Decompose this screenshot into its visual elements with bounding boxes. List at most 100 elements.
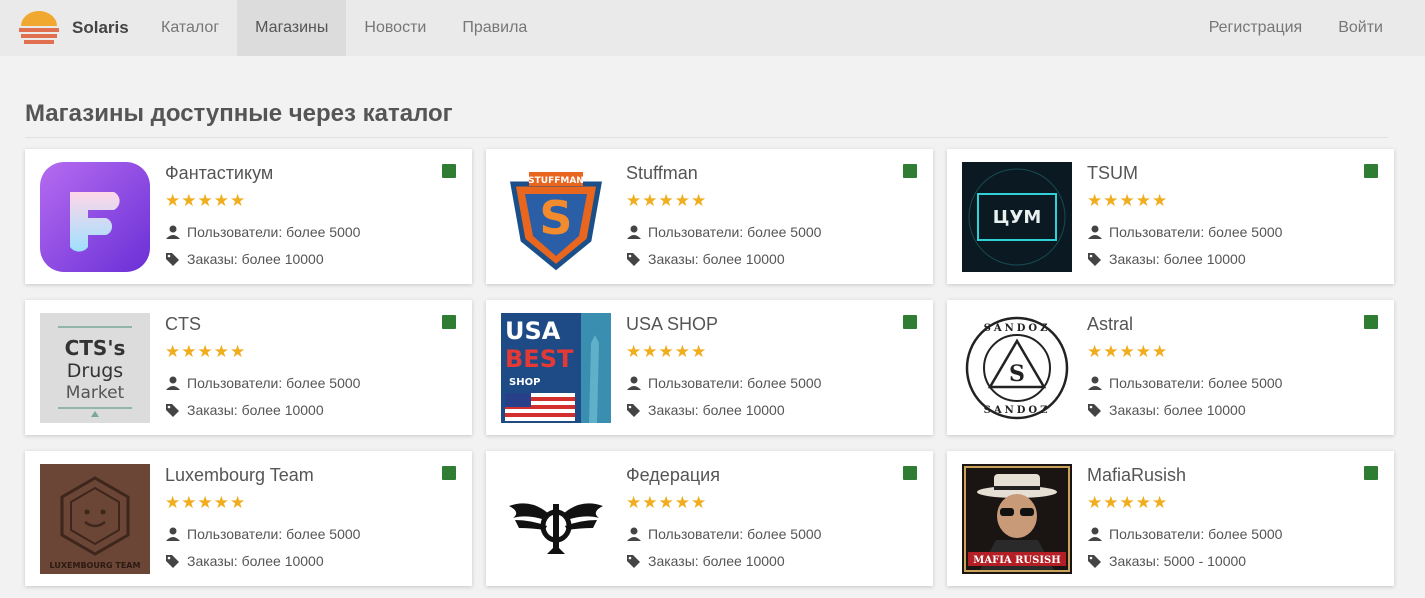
svg-text:SHOP: SHOP	[509, 377, 540, 388]
users-count: Пользователи: более 5000	[626, 526, 821, 542]
orders-text: Заказы: более 10000	[648, 553, 785, 569]
register-link[interactable]: Регистрация	[1191, 0, 1321, 56]
shop-logo: MAFIA RUSISH	[962, 464, 1072, 574]
orders-text: Заказы: 5000 - 10000	[1109, 553, 1247, 569]
astral-sandoz-logo-icon: S SANDOZ SANDOZ	[962, 313, 1072, 423]
stuffman-logo-icon: S STUFFMAN	[501, 162, 611, 272]
brand-link[interactable]: Solaris	[0, 0, 143, 56]
nav-item-shops[interactable]: Магазины	[237, 0, 347, 56]
shop-card[interactable]: S SANDOZ SANDOZ Astral ★★★★★ Пользовател…	[947, 300, 1394, 435]
svg-text:SANDOZ: SANDOZ	[984, 405, 1051, 416]
online-status-badge	[442, 315, 456, 329]
orders-text: Заказы: более 10000	[187, 251, 324, 267]
tsum-logo-icon: ЦУМ	[962, 162, 1072, 272]
user-icon	[1088, 376, 1102, 390]
login-link[interactable]: Войти	[1320, 0, 1401, 56]
svg-text:CTS's: CTS's	[65, 336, 126, 360]
divider	[25, 137, 1388, 138]
users-count: Пользователи: более 5000	[165, 224, 360, 240]
users-count: Пользователи: более 5000	[165, 526, 360, 542]
users-count: Пользователи: более 5000	[626, 375, 821, 391]
shop-name[interactable]: Stuffman	[626, 163, 698, 184]
orders-count: Заказы: более 10000	[626, 251, 785, 267]
shop-name[interactable]: Luxembourg Team	[165, 465, 314, 486]
shop-logo	[40, 162, 150, 272]
user-icon	[627, 225, 641, 239]
user-icon	[166, 225, 180, 239]
online-status-badge	[1364, 164, 1378, 178]
svg-text:LUXEMBOURG TEAM: LUXEMBOURG TEAM	[50, 561, 141, 570]
orders-text: Заказы: более 10000	[648, 402, 785, 418]
users-text: Пользователи: более 5000	[187, 224, 361, 240]
nav-item-catalog[interactable]: Каталог	[143, 0, 237, 56]
rating-stars: ★★★★★	[1087, 191, 1169, 210]
users-text: Пользователи: более 5000	[187, 526, 361, 542]
shop-card[interactable]: USA BEST SHOP USA SHOP ★★★★★ Пользовател…	[486, 300, 933, 435]
tags-icon	[166, 555, 179, 568]
page-title: Магазины доступные через каталог	[25, 100, 453, 127]
shop-logo: S SANDOZ SANDOZ	[962, 313, 1072, 423]
rating-stars: ★★★★★	[165, 191, 247, 210]
orders-text: Заказы: более 10000	[1109, 251, 1246, 267]
main-nav: Каталог Магазины Новости Правила	[143, 0, 545, 56]
shop-card[interactable]: MAFIA RUSISH MafiaRusish ★★★★★ Пользоват…	[947, 451, 1394, 586]
users-text: Пользователи: более 5000	[648, 224, 822, 240]
tags-icon	[627, 253, 640, 266]
shop-name[interactable]: CTS	[165, 314, 201, 335]
shop-card[interactable]: LUXEMBOURG TEAM Luxembourg Team ★★★★★ По…	[25, 451, 472, 586]
shop-logo: LUXEMBOURG TEAM	[40, 464, 150, 574]
orders-count: Заказы: более 10000	[1087, 251, 1246, 267]
tags-icon	[1088, 404, 1101, 417]
shop-logo: CTS's Drugs Market	[40, 313, 150, 423]
users-count: Пользователи: более 5000	[1087, 375, 1282, 391]
nav-item-rules[interactable]: Правила	[444, 0, 545, 56]
shop-name[interactable]: MafiaRusish	[1087, 465, 1186, 486]
svg-text:MAFIA RUSISH: MAFIA RUSISH	[973, 555, 1060, 566]
online-status-badge	[1364, 315, 1378, 329]
users-count: Пользователи: более 5000	[1087, 224, 1282, 240]
user-icon	[1088, 225, 1102, 239]
tags-icon	[166, 253, 179, 266]
shop-card[interactable]: CTS's Drugs Market CTS ★★★★★ Пользовател…	[25, 300, 472, 435]
svg-text:STUFFMAN: STUFFMAN	[528, 176, 584, 186]
users-text: Пользователи: более 5000	[648, 375, 822, 391]
online-status-badge	[442, 466, 456, 480]
online-status-badge	[1364, 466, 1378, 480]
fantastikum-logo-icon	[40, 162, 150, 272]
shop-card[interactable]: Фантастикум ★★★★★ Пользователи: более 50…	[25, 149, 472, 284]
users-text: Пользователи: более 5000	[648, 526, 822, 542]
shop-name[interactable]: Федерация	[626, 465, 720, 486]
tags-icon	[1088, 253, 1101, 266]
shop-name[interactable]: Фантастикум	[165, 163, 273, 184]
tags-icon	[166, 404, 179, 417]
shop-card[interactable]: S STUFFMAN Stuffman ★★★★★ Пользователи: …	[486, 149, 933, 284]
luxembourg-team-logo-icon: LUXEMBOURG TEAM	[40, 464, 150, 574]
shop-logo: ЦУМ	[962, 162, 1072, 272]
users-text: Пользователи: более 5000	[187, 375, 361, 391]
orders-text: Заказы: более 10000	[1109, 402, 1246, 418]
users-text: Пользователи: более 5000	[1109, 375, 1283, 391]
shop-name[interactable]: TSUM	[1087, 163, 1138, 184]
svg-text:ЦУМ: ЦУМ	[993, 207, 1042, 228]
online-status-badge	[903, 466, 917, 480]
rating-stars: ★★★★★	[1087, 342, 1169, 361]
nav-item-news[interactable]: Новости	[346, 0, 444, 56]
orders-count: Заказы: 5000 - 10000	[1087, 553, 1246, 569]
svg-text:S: S	[539, 191, 572, 245]
shop-name[interactable]: Astral	[1087, 314, 1133, 335]
usa-shop-logo-icon: USA BEST SHOP	[501, 313, 611, 423]
orders-count: Заказы: более 10000	[626, 553, 785, 569]
orders-count: Заказы: более 10000	[165, 251, 324, 267]
tags-icon	[627, 555, 640, 568]
users-count: Пользователи: более 5000	[1087, 526, 1282, 542]
users-count: Пользователи: более 5000	[626, 224, 821, 240]
shop-card[interactable]: Федерация ★★★★★ Пользователи: более 5000…	[486, 451, 933, 586]
users-count: Пользователи: более 5000	[165, 375, 360, 391]
solaris-logo-icon	[19, 11, 59, 44]
rating-stars: ★★★★★	[1087, 493, 1169, 512]
shop-name[interactable]: USA SHOP	[626, 314, 718, 335]
online-status-badge	[903, 164, 917, 178]
users-text: Пользователи: более 5000	[1109, 526, 1283, 542]
orders-count: Заказы: более 10000	[626, 402, 785, 418]
shop-card[interactable]: ЦУМ TSUM ★★★★★ Пользователи: более 5000 …	[947, 149, 1394, 284]
